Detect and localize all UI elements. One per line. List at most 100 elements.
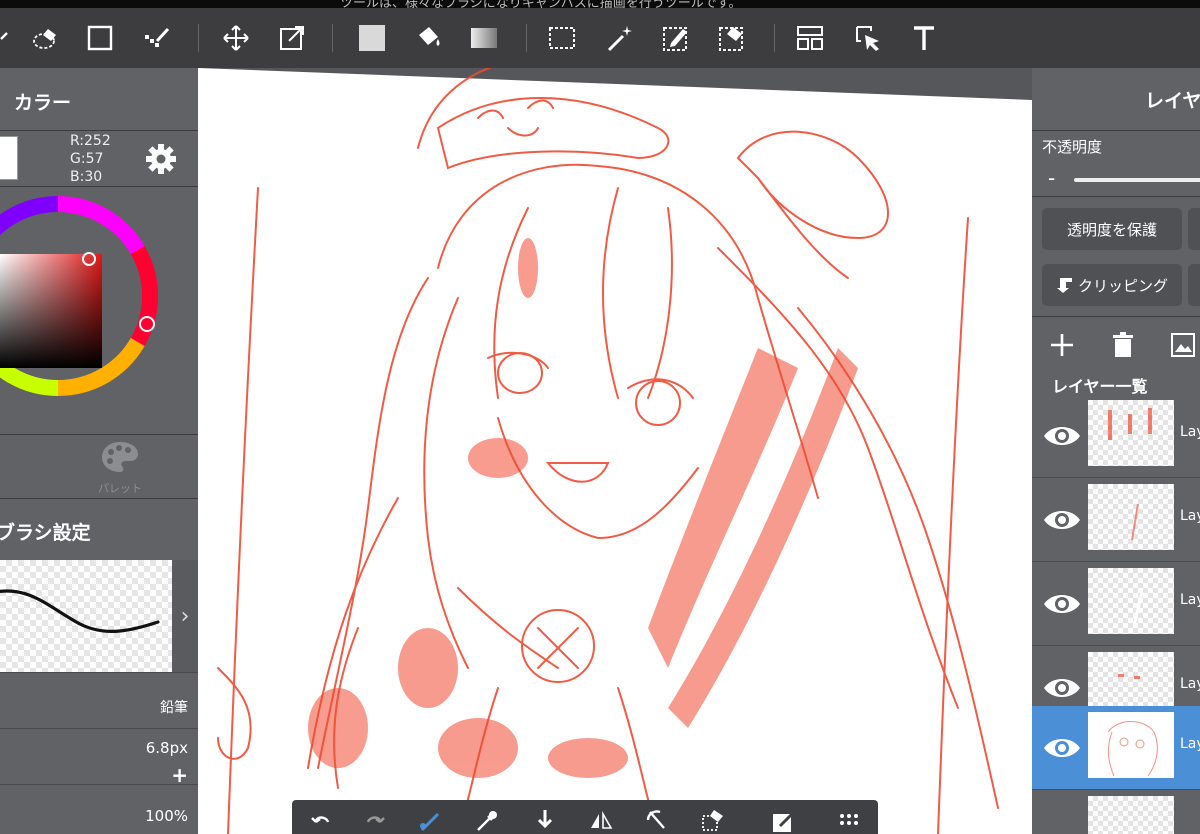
divider bbox=[0, 186, 198, 187]
move-icon[interactable] bbox=[216, 18, 256, 58]
gear-icon[interactable] bbox=[144, 142, 178, 176]
hint-banner: ツールは、様々なブラシになりキャンバスに描画を行うツールです。 bbox=[0, 0, 1200, 8]
layer-thumbnail bbox=[1088, 568, 1174, 634]
brush-stroke bbox=[0, 589, 160, 633]
eye-icon[interactable] bbox=[1042, 416, 1082, 456]
brush-type: 鉛筆 bbox=[160, 700, 188, 716]
layer-panel-title: レイヤー bbox=[1145, 90, 1200, 112]
adjacent-button[interactable] bbox=[1188, 264, 1200, 306]
magic-wand-icon[interactable] bbox=[600, 18, 640, 58]
text-icon[interactable] bbox=[904, 18, 944, 58]
layer-row[interactable] bbox=[1032, 790, 1200, 834]
layer-image-icon[interactable] bbox=[1168, 330, 1198, 360]
toolbar-divider bbox=[332, 24, 333, 52]
blue-value: B:30 bbox=[70, 169, 103, 185]
layer-name: Lay bbox=[1180, 736, 1200, 752]
opacity-label: 不透明度 bbox=[1042, 138, 1103, 156]
brush-type-row[interactable]: 鉛筆 bbox=[0, 672, 198, 728]
toolbar-divider bbox=[198, 24, 199, 52]
color-wheel[interactable] bbox=[0, 196, 158, 396]
select-eraser-icon[interactable] bbox=[712, 18, 752, 58]
brush-size-row[interactable]: 6.8px + bbox=[0, 728, 198, 787]
layer-thumbnail bbox=[1088, 484, 1174, 550]
rgb-readout: R:252 G:57 B:30 bbox=[70, 132, 111, 186]
green-value: G:57 bbox=[70, 151, 104, 167]
brush-panel-title: ブラシ設定 bbox=[0, 522, 91, 544]
brush-stroke-preview[interactable] bbox=[0, 560, 172, 672]
chevron-right-icon[interactable]: › bbox=[172, 560, 198, 672]
trash-icon[interactable] bbox=[1108, 330, 1138, 360]
pen-icon[interactable] bbox=[414, 808, 448, 834]
toolbar-divider bbox=[774, 24, 775, 52]
eye-icon[interactable] bbox=[1042, 500, 1082, 540]
canvas-area[interactable] bbox=[198, 68, 1032, 834]
add-layer-icon[interactable] bbox=[1047, 330, 1077, 360]
redo-icon[interactable] bbox=[358, 808, 392, 834]
left-panel: カラー R:252 G:57 B:30 パレット ブラシ設定 › 鉛筆 6.8p… bbox=[0, 68, 198, 834]
layer-name: Lay bbox=[1180, 424, 1200, 440]
lasso-icon[interactable] bbox=[0, 18, 18, 58]
select-pointer-icon[interactable] bbox=[848, 18, 888, 58]
export-icon[interactable] bbox=[766, 808, 800, 834]
divider bbox=[0, 130, 198, 131]
bottom-toolbar bbox=[292, 800, 878, 834]
bucket-icon[interactable] bbox=[408, 18, 448, 58]
drawing-canvas[interactable] bbox=[198, 68, 1032, 834]
divider bbox=[0, 434, 198, 435]
divider bbox=[1032, 196, 1200, 197]
grid-menu-icon[interactable] bbox=[832, 808, 866, 834]
opacity-minus-button[interactable]: - bbox=[1048, 166, 1055, 190]
eraser-icon[interactable] bbox=[26, 18, 66, 58]
eyedropper-icon[interactable] bbox=[470, 808, 504, 834]
rectangle-icon[interactable] bbox=[80, 18, 120, 58]
eye-icon[interactable] bbox=[1042, 668, 1082, 708]
red-value: R:252 bbox=[70, 133, 111, 149]
transform-icon[interactable] bbox=[272, 18, 312, 58]
layer-name: Lay bbox=[1180, 508, 1200, 524]
toolbar-divider bbox=[526, 24, 527, 52]
adjacent-button[interactable] bbox=[1188, 208, 1200, 250]
divider bbox=[1032, 316, 1200, 317]
select-rect-icon[interactable] bbox=[542, 18, 582, 58]
layer-name: Lay bbox=[1180, 592, 1200, 608]
gradient-icon[interactable] bbox=[464, 18, 504, 58]
palette-label: パレット bbox=[98, 482, 142, 495]
download-icon[interactable] bbox=[528, 808, 562, 834]
layer-row-selected[interactable]: Lay bbox=[1032, 706, 1200, 790]
fill-color-icon[interactable] bbox=[352, 18, 392, 58]
flip-icon[interactable] bbox=[584, 808, 618, 834]
dot-brush-icon[interactable] bbox=[136, 18, 176, 58]
layer-thumbnail bbox=[1088, 400, 1174, 466]
palette-icon bbox=[102, 442, 138, 472]
layer-thumbnail bbox=[1088, 712, 1174, 778]
layer-thumbnail bbox=[1088, 796, 1174, 834]
eye-icon[interactable] bbox=[1042, 584, 1082, 624]
top-toolbar bbox=[0, 8, 1200, 68]
hint-text: ツールは、様々なブラシになりキャンバスに描画を行うツールです。 bbox=[340, 0, 742, 8]
protect-alpha-button[interactable]: 透明度を保護 bbox=[1042, 208, 1182, 250]
clipping-button[interactable]: クリッピング bbox=[1042, 264, 1182, 306]
brush-opacity: 100% bbox=[145, 807, 188, 825]
brush-size: 6.8px bbox=[145, 739, 188, 757]
color-panel-title: カラー bbox=[14, 92, 72, 114]
eye-icon[interactable] bbox=[1042, 728, 1082, 768]
select-pen-icon[interactable] bbox=[656, 18, 696, 58]
current-color-swatch[interactable] bbox=[0, 136, 18, 180]
layer-panel: レイヤー 不透明度 - 透明度を保護 クリッピング レイヤー一覧 Lay Lay bbox=[1032, 68, 1200, 834]
layout-icon[interactable] bbox=[790, 18, 830, 58]
clipping-label: クリッピング bbox=[1077, 276, 1168, 295]
layer-name: Lay bbox=[1180, 676, 1200, 692]
clipping-icon bbox=[1056, 278, 1072, 293]
app-window: ツールは、様々なブラシになりキャンバスに描画を行うツールです。 カラー R:25… bbox=[0, 0, 1200, 834]
brush-opacity-row[interactable]: 100% bbox=[0, 784, 198, 834]
layer-row[interactable]: Lay bbox=[1032, 562, 1200, 646]
divider bbox=[1032, 130, 1200, 131]
layer-row[interactable]: Lay bbox=[1032, 478, 1200, 562]
opacity-slider[interactable] bbox=[1074, 178, 1200, 182]
divider bbox=[0, 498, 198, 499]
palette-button[interactable]: パレット bbox=[90, 440, 150, 496]
rotate-icon[interactable] bbox=[640, 808, 674, 834]
eraser-icon[interactable] bbox=[696, 808, 730, 834]
undo-icon[interactable] bbox=[304, 808, 338, 834]
layer-row[interactable]: Lay bbox=[1032, 394, 1200, 478]
